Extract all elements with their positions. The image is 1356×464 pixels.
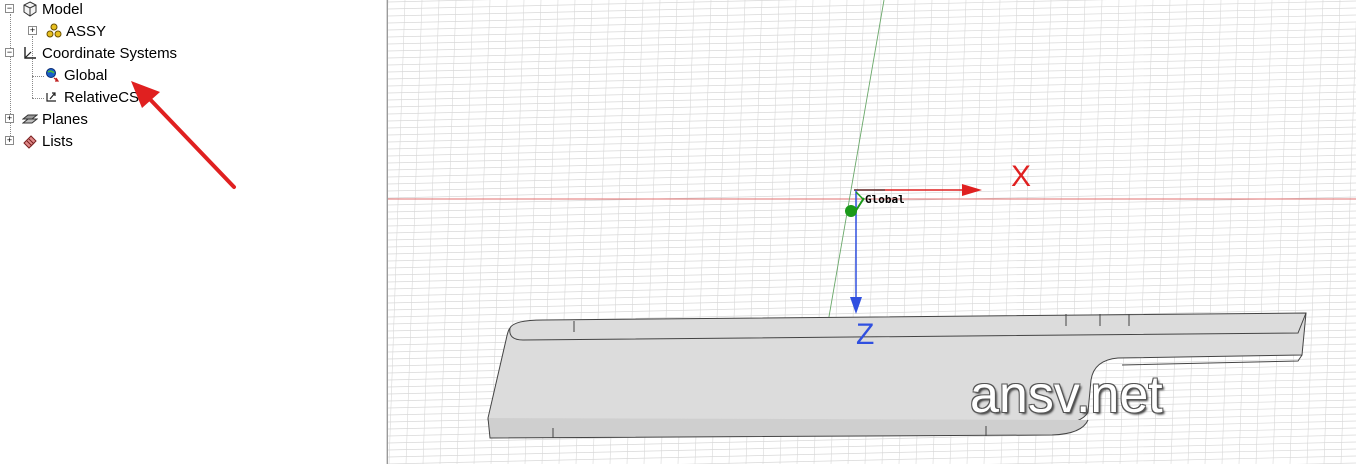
model-tree-panel[interactable]: − Model + ASSY − Coordinate Systems Glob… <box>0 0 386 464</box>
z-axis-label: Z <box>856 318 875 351</box>
x-axis-label: X <box>1011 160 1032 193</box>
z-axis-arrowhead <box>850 297 862 314</box>
watermark-text: ansv.net <box>970 366 1163 424</box>
x-axis-arrowhead <box>962 184 982 196</box>
axis-triad <box>845 184 982 314</box>
origin-label: Global <box>865 193 905 206</box>
annotation-arrow <box>131 81 236 189</box>
3d-viewport[interactable]: Global X Z ansv.net <box>388 0 1356 464</box>
